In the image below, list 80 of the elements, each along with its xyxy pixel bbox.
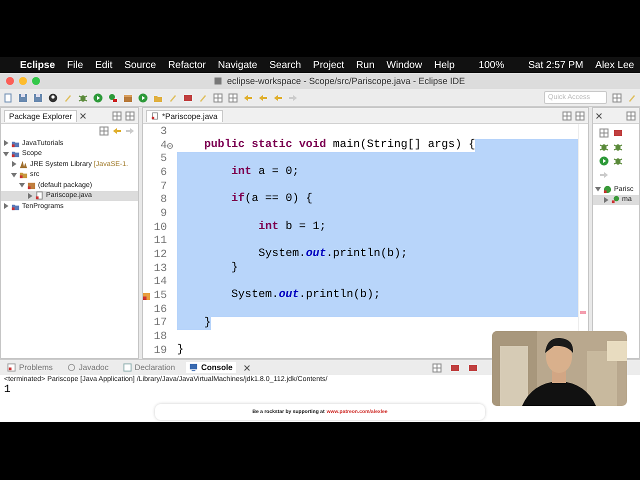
marker-icon[interactable] xyxy=(183,92,193,102)
line-number: 7 xyxy=(160,180,167,193)
code-line: } xyxy=(177,344,184,358)
clock[interactable]: Sat 2:57 PM xyxy=(528,60,584,70)
menu-item[interactable]: File xyxy=(67,60,84,70)
line-number: 13 xyxy=(154,262,167,275)
line-number: 6 xyxy=(160,166,167,179)
project-folder-icon xyxy=(11,149,20,158)
save-all-icon[interactable] xyxy=(33,92,43,102)
line-number: 14 xyxy=(154,276,167,288)
java-file-icon xyxy=(151,112,159,120)
source-folder-icon xyxy=(19,170,28,180)
problems-icon xyxy=(7,363,16,372)
line-number: 5 xyxy=(160,153,167,166)
line-number: 12 xyxy=(154,249,167,262)
collapse-arrow-icon[interactable] xyxy=(11,172,17,178)
app-menu[interactable]: Eclipse xyxy=(20,60,56,70)
menu-item[interactable]: Refactor xyxy=(168,60,206,70)
table-icon[interactable] xyxy=(228,92,238,102)
line-number: 17 xyxy=(154,317,167,330)
at-sign-icon xyxy=(66,363,76,372)
expand-arrow-icon[interactable] xyxy=(11,161,17,168)
user-name[interactable]: Alex Lee xyxy=(595,60,634,70)
document-icon xyxy=(214,77,222,85)
close-window-button[interactable] xyxy=(6,77,14,85)
panel-tab[interactable]: Console xyxy=(186,362,236,373)
run-icon[interactable] xyxy=(93,92,103,102)
line-number: 4 xyxy=(160,140,167,152)
line-number: 19 xyxy=(154,344,167,357)
line-number: 16 xyxy=(154,304,167,316)
menu-item[interactable]: Search xyxy=(269,60,302,70)
package-icon xyxy=(27,180,36,190)
grid-icon[interactable] xyxy=(213,92,223,102)
code-line: public static void main(String[] args) { xyxy=(203,138,476,152)
project-folder-icon xyxy=(11,202,20,211)
console-output: 1 xyxy=(3,384,12,396)
fold-icon[interactable] xyxy=(167,142,173,149)
error-marker[interactable] xyxy=(580,311,586,314)
bug-icon[interactable] xyxy=(78,92,88,102)
close-icon[interactable] xyxy=(596,112,602,118)
line-number: 10 xyxy=(154,222,167,234)
close-icon[interactable] xyxy=(80,112,86,118)
menu-item[interactable]: Project xyxy=(313,60,344,70)
expand-arrow-icon[interactable] xyxy=(3,140,9,146)
save-icon[interactable] xyxy=(18,92,28,102)
menu-item[interactable]: Source xyxy=(124,60,156,70)
package-icon[interactable] xyxy=(123,92,133,102)
library-icon xyxy=(19,160,28,169)
panel-tab[interactable]: Problems xyxy=(4,362,56,373)
collapse-arrow-icon[interactable] xyxy=(3,150,9,157)
expand-arrow-icon[interactable] xyxy=(3,203,9,210)
line-number: 8 xyxy=(160,194,167,206)
panel-tab[interactable]: Declaration xyxy=(120,362,178,373)
warning-marker-icon[interactable] xyxy=(143,292,150,300)
collapse-arrow-icon[interactable] xyxy=(595,186,601,192)
line-number: 3 xyxy=(160,126,167,138)
package-explorer-tab[interactable]: Package Explorer xyxy=(4,110,78,122)
close-icon[interactable] xyxy=(244,364,250,370)
editor-tab[interactable]: *Pariscope.java xyxy=(146,110,223,122)
menu-item[interactable]: Navigate xyxy=(218,60,258,70)
java-file-icon xyxy=(35,191,44,200)
declaration-icon xyxy=(122,363,132,372)
line-number: 18 xyxy=(154,331,167,344)
expand-arrow-icon[interactable] xyxy=(603,196,609,203)
line-number: 9 xyxy=(160,208,167,220)
panel-tab[interactable]: Javadoc xyxy=(64,362,112,373)
window-title: eclipse-workspace - Scope/src/Pariscope.java - Eclipse IDE xyxy=(226,76,466,86)
project-folder-icon xyxy=(11,138,20,148)
method-icon xyxy=(611,195,620,204)
menu-item[interactable]: Run xyxy=(356,60,375,70)
new-file-icon[interactable] xyxy=(3,92,13,102)
expand-arrow-icon[interactable] xyxy=(27,192,33,199)
battery-percentage: 100% xyxy=(478,60,504,70)
menu-item[interactable]: Help xyxy=(434,60,455,70)
menu-item[interactable]: Window xyxy=(386,60,422,70)
line-number: 15 xyxy=(154,290,167,302)
menu-item[interactable]: Edit xyxy=(95,60,112,70)
collapse-arrow-icon[interactable] xyxy=(19,182,25,188)
line-number: 11 xyxy=(154,235,167,248)
console-icon xyxy=(189,363,198,372)
